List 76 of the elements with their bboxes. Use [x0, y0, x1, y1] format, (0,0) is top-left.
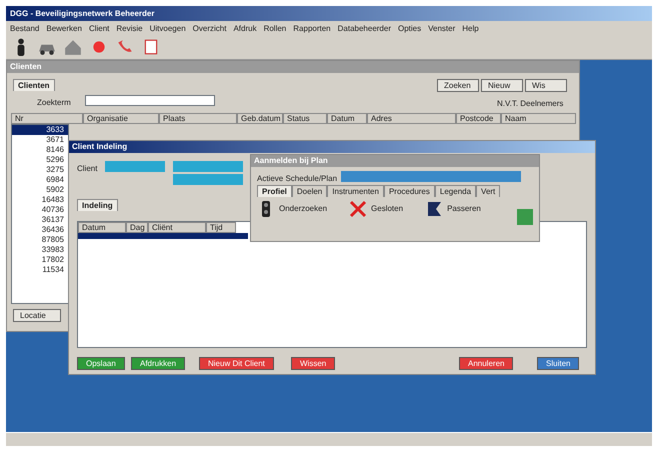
- table-cell[interactable]: 36436: [12, 225, 68, 235]
- menu-item[interactable]: Bestand: [10, 23, 40, 32]
- table-cell[interactable]: 3275: [12, 165, 68, 175]
- menu-item[interactable]: Databeheerder: [338, 23, 391, 32]
- popup-title-bar: Aanmelden bij Plan: [251, 155, 539, 167]
- field-label: Actieve Schedule/Plan: [257, 173, 338, 185]
- table-cell[interactable]: 5296: [12, 155, 68, 165]
- column-header[interactable]: Dag: [126, 222, 148, 233]
- house-icon[interactable]: [64, 38, 82, 56]
- table-cell[interactable]: 3671: [12, 135, 68, 145]
- column-header[interactable]: Plaats: [159, 113, 237, 124]
- table-cell[interactable]: 16483: [12, 195, 68, 205]
- table-cell[interactable]: 11534: [12, 265, 68, 275]
- action-button[interactable]: Wissen: [291, 357, 336, 370]
- table-cell[interactable]: 5902: [12, 185, 68, 195]
- info-text: N.V.T. Deelnemers: [497, 98, 564, 110]
- table-cell[interactable]: 17802: [12, 255, 68, 265]
- tab[interactable]: Doelen: [292, 185, 328, 197]
- action-button[interactable]: Nieuw Dit Client: [199, 357, 274, 370]
- action-button[interactable]: Afdrukken: [131, 357, 186, 370]
- menu-item[interactable]: Overzicht: [192, 23, 226, 32]
- column-header[interactable]: Nr: [11, 113, 83, 124]
- action-button[interactable]: Opslaan: [77, 357, 125, 370]
- toolbar-button[interactable]: Zoeken: [437, 79, 479, 92]
- column-header[interactable]: Datum: [327, 113, 367, 124]
- table-cell[interactable]: 3633: [12, 125, 68, 135]
- menu-item[interactable]: Rollen: [264, 23, 286, 32]
- tab[interactable]: Legenda: [434, 185, 476, 197]
- table-cell[interactable]: 40736: [12, 205, 68, 215]
- client-field[interactable]: [173, 161, 243, 172]
- dialog-title-bar: Client Indeling: [69, 141, 595, 153]
- menu-item[interactable]: Opties: [398, 23, 422, 32]
- tab[interactable]: Instrumenten: [327, 185, 384, 197]
- document-icon[interactable]: [142, 38, 160, 56]
- table-cell[interactable]: 6984: [12, 175, 68, 185]
- menu-item[interactable]: Afdruk: [233, 23, 257, 32]
- table-cell[interactable]: 8146: [12, 145, 68, 155]
- menu-item[interactable]: Venster: [428, 23, 456, 32]
- toolbar-button[interactable]: Nieuw: [481, 79, 523, 92]
- tab[interactable]: Clienten: [13, 79, 55, 91]
- flag-icon[interactable]: [425, 200, 444, 218]
- field-label: Client: [77, 163, 98, 175]
- location-button[interactable]: Locatie: [13, 309, 61, 322]
- field-label: Zoekterm: [37, 97, 71, 109]
- menu-item[interactable]: Rapporten: [293, 23, 331, 32]
- window-title: DGG - Beveiligingsnetwerk Beheerder: [10, 8, 154, 20]
- window-title-bar: Clienten: [7, 61, 579, 73]
- cross-icon[interactable]: [349, 200, 368, 218]
- client-field[interactable]: [105, 161, 165, 172]
- client-field[interactable]: [173, 174, 243, 185]
- tab[interactable]: Profiel: [257, 185, 292, 197]
- column-header[interactable]: Tijd: [206, 222, 236, 233]
- plan-field[interactable]: [341, 171, 521, 182]
- menu-item[interactable]: Uitvoegen: [150, 23, 186, 32]
- tab[interactable]: Vert: [476, 185, 500, 197]
- table-cell[interactable]: 33983: [12, 245, 68, 255]
- toolbar-button[interactable]: Wis: [525, 79, 567, 92]
- column-header[interactable]: Status: [283, 113, 327, 124]
- table-cell[interactable]: 87805: [12, 235, 68, 245]
- menu-item[interactable]: Bewerken: [46, 23, 82, 32]
- column-header[interactable]: Postcode: [456, 113, 501, 124]
- column-header[interactable]: Geb.datum: [237, 113, 283, 124]
- column-header[interactable]: Cliënt: [148, 222, 206, 233]
- menu-item[interactable]: Client: [88, 23, 110, 32]
- column-header[interactable]: Organisatie: [83, 113, 159, 124]
- menu-item[interactable]: Help: [462, 23, 479, 32]
- tab[interactable]: Procedures: [384, 185, 435, 197]
- action-button[interactable]: Annuleren: [459, 357, 514, 370]
- column-header[interactable]: Adres: [367, 113, 456, 124]
- tab[interactable]: Indeling: [77, 199, 118, 211]
- menu-item[interactable]: Revisie: [116, 23, 143, 32]
- table-cell[interactable]: 36137: [12, 215, 68, 225]
- column-header[interactable]: Datum: [78, 222, 126, 233]
- column-header[interactable]: Naam: [501, 113, 576, 124]
- action-button[interactable]: Sluiten: [537, 357, 580, 370]
- search-field[interactable]: [85, 95, 215, 106]
